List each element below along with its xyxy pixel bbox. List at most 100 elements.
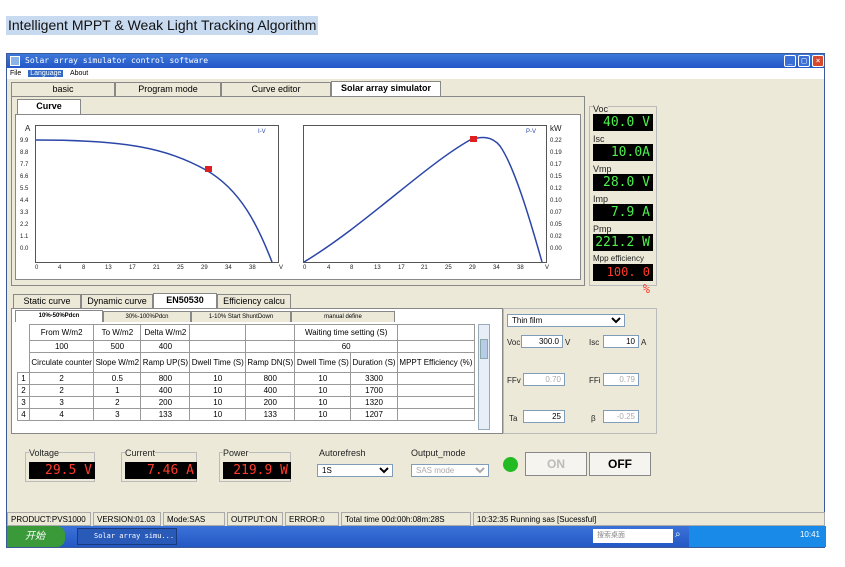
voc-input[interactable]: 300.0 bbox=[521, 335, 563, 348]
table-cell[interactable]: 400 bbox=[245, 384, 296, 397]
iv-xtick: 29 bbox=[201, 265, 208, 271]
pv-xtick: 0 bbox=[303, 265, 307, 271]
table-cell[interactable]: 10 bbox=[294, 408, 352, 421]
table-cell[interactable] bbox=[396, 396, 476, 409]
app-icon bbox=[10, 56, 20, 66]
table-cell[interactable] bbox=[396, 340, 476, 353]
ffv-input[interactable]: 0.70 bbox=[523, 373, 565, 386]
tab-solar-array-simulator[interactable]: Solar array simulator bbox=[331, 81, 441, 97]
table-cell[interactable]: 133 bbox=[140, 408, 191, 421]
table-cell[interactable]: 800 bbox=[140, 372, 191, 385]
voltage-display: 29.5 V bbox=[29, 462, 95, 479]
iv-xtick: V bbox=[279, 265, 284, 271]
table-cell[interactable]: 400 bbox=[140, 340, 191, 353]
table-cell[interactable]: 10 bbox=[189, 396, 247, 409]
menu-about[interactable]: About bbox=[70, 70, 88, 77]
table-cell[interactable]: 10 bbox=[189, 372, 247, 385]
table-cell[interactable] bbox=[396, 384, 476, 397]
table-cell[interactable] bbox=[189, 324, 247, 341]
table-cell[interactable] bbox=[189, 340, 247, 353]
taskbar-app-button[interactable]: Solar array simu... bbox=[77, 528, 177, 545]
table-cell[interactable]: 133 bbox=[245, 408, 296, 421]
scrollbar-thumb[interactable] bbox=[480, 339, 488, 359]
on-button[interactable]: ON bbox=[525, 452, 587, 476]
off-button[interactable]: OFF bbox=[589, 452, 651, 476]
film-type-select[interactable]: Thin film bbox=[507, 314, 625, 327]
close-button[interactable]: × bbox=[812, 55, 824, 67]
table-cell[interactable]: 3300 bbox=[350, 372, 398, 385]
beta-input[interactable]: -0.25 bbox=[603, 410, 639, 423]
table-cell[interactable]: 200 bbox=[245, 396, 296, 409]
output-mode-select[interactable]: SAS mode bbox=[411, 464, 489, 477]
tab-curve[interactable]: Curve bbox=[17, 99, 81, 115]
table-cell[interactable]: 1700 bbox=[350, 384, 398, 397]
table-cell[interactable]: 0.5 bbox=[93, 372, 142, 385]
table-cell[interactable]: Delta W/m2 bbox=[140, 324, 191, 341]
voc-unit: V bbox=[565, 338, 571, 347]
start-button[interactable]: 开始 bbox=[7, 526, 65, 547]
tab-curve-editor[interactable]: Curve editor bbox=[221, 82, 331, 96]
tab-en50530[interactable]: EN50530 bbox=[153, 293, 217, 309]
iv-xtick: 38 bbox=[249, 265, 256, 271]
table-cell[interactable]: 60 bbox=[294, 340, 398, 353]
table-cell[interactable]: 100 bbox=[28, 340, 95, 353]
table-header: Ramp DN(S) bbox=[245, 352, 296, 373]
table-cell[interactable] bbox=[396, 408, 476, 421]
title-bar: Solar array simulator control software _… bbox=[7, 54, 824, 68]
autorefresh-select[interactable]: 1S bbox=[317, 464, 393, 477]
table-cell[interactable]: 400 bbox=[140, 384, 191, 397]
desktop-search-input[interactable]: 搜索桌面 bbox=[593, 529, 673, 543]
ffi-input[interactable]: 0.79 bbox=[603, 373, 639, 386]
table-row: 1 2 0.5 800 10 800 10 3300 bbox=[17, 372, 476, 385]
tab-dynamic-curve[interactable]: Dynamic curve bbox=[81, 294, 153, 308]
table-cell[interactable]: 1 bbox=[93, 384, 142, 397]
table-cell[interactable]: 1207 bbox=[350, 408, 398, 421]
pv-ytick: 0.07 bbox=[550, 210, 562, 216]
table-cell[interactable]: 2 bbox=[28, 384, 95, 397]
subtab-10-50[interactable]: 10%-50%Pdcn bbox=[15, 310, 103, 322]
table-scrollbar[interactable] bbox=[478, 324, 490, 430]
table-cell[interactable]: To W/m2 bbox=[93, 324, 142, 341]
menu-file[interactable]: File bbox=[10, 70, 21, 77]
table-cell[interactable]: 4 bbox=[28, 408, 95, 421]
table-cell[interactable] bbox=[396, 372, 476, 385]
table-cell[interactable]: 10 bbox=[189, 408, 247, 421]
table-cell[interactable]: 3 bbox=[28, 396, 95, 409]
table-cell[interactable]: From W/m2 bbox=[28, 324, 95, 341]
table-cell[interactable]: 800 bbox=[245, 372, 296, 385]
ta-input[interactable]: 25 bbox=[523, 410, 565, 423]
table-cell[interactable]: 10 bbox=[294, 384, 352, 397]
table-cell[interactable]: 1320 bbox=[350, 396, 398, 409]
maximize-button[interactable]: □ bbox=[798, 55, 810, 67]
voc-param-label: Voc bbox=[507, 338, 521, 347]
pv-ytick: 0.02 bbox=[550, 234, 562, 240]
tab-basic[interactable]: basic bbox=[11, 82, 115, 96]
subtab-30-100[interactable]: 30%-100%Pdcn bbox=[103, 311, 191, 322]
pv-ytick: 0.05 bbox=[550, 222, 562, 228]
table-row: 2 2 1 400 10 400 10 1700 bbox=[17, 384, 476, 397]
table-cell[interactable]: Waiting time setting (S) bbox=[294, 324, 398, 341]
status-version: VERSION:01.03 bbox=[93, 512, 161, 526]
iv-ytick: 5.5 bbox=[20, 186, 29, 192]
table-cell[interactable]: 200 bbox=[140, 396, 191, 409]
table-cell[interactable] bbox=[245, 324, 296, 341]
table-cell[interactable] bbox=[396, 324, 476, 341]
menu-language[interactable]: Language bbox=[28, 70, 64, 77]
table-cell[interactable]: 2 bbox=[28, 372, 95, 385]
table-cell[interactable]: 10 bbox=[294, 372, 352, 385]
table-cell[interactable]: 500 bbox=[93, 340, 142, 353]
tab-static-curve[interactable]: Static curve bbox=[13, 294, 81, 308]
iv-xtick: 0 bbox=[35, 265, 39, 271]
table-cell[interactable]: 10 bbox=[189, 384, 247, 397]
table-cell[interactable] bbox=[245, 340, 296, 353]
minimize-button[interactable]: _ bbox=[784, 55, 796, 67]
subtab-start-shutdown[interactable]: 1-10% Start ShuntDown bbox=[191, 311, 291, 322]
tab-program-mode[interactable]: Program mode bbox=[115, 82, 221, 96]
table-cell[interactable]: 3 bbox=[93, 408, 142, 421]
table-cell[interactable]: 10 bbox=[294, 396, 352, 409]
search-icon[interactable]: ⌕ bbox=[675, 529, 681, 540]
subtab-manual-define[interactable]: manual define bbox=[291, 311, 395, 322]
table-cell[interactable]: 2 bbox=[93, 396, 142, 409]
tab-efficiency-calcu[interactable]: Efficiency calcu bbox=[217, 294, 291, 308]
isc-input[interactable]: 10 bbox=[603, 335, 639, 348]
